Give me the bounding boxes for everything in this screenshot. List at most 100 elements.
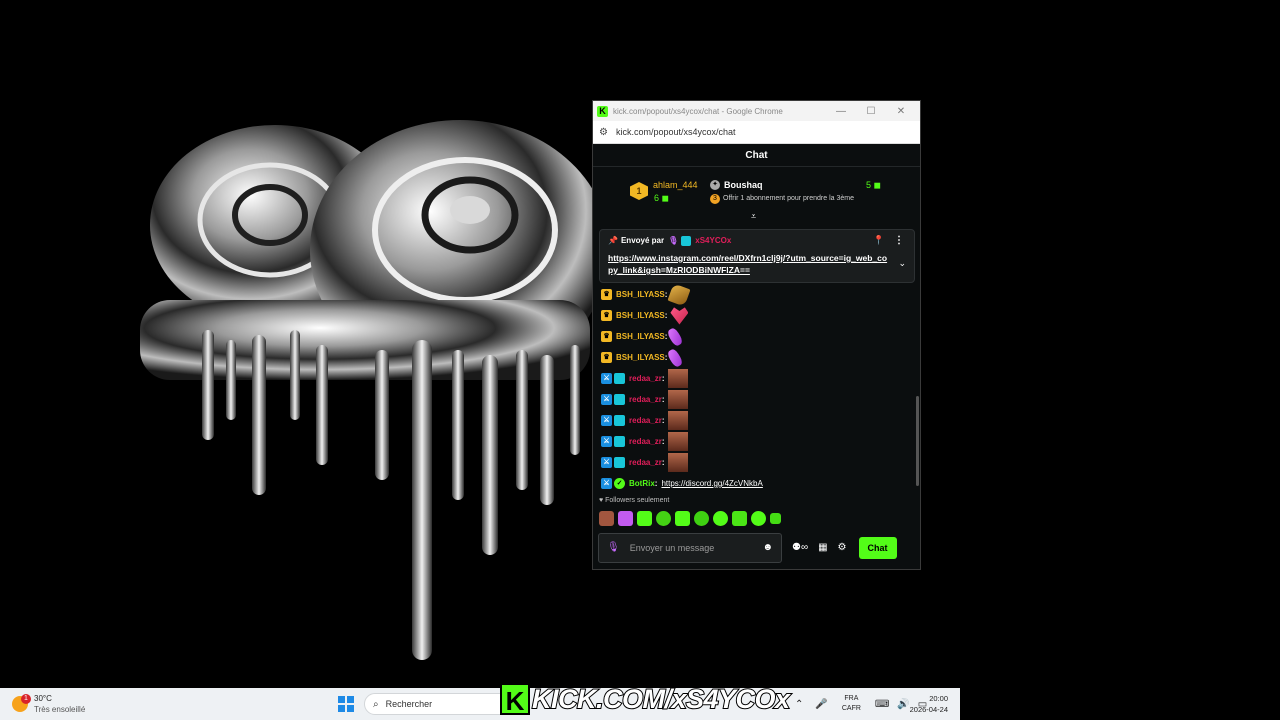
network-icon[interactable]: ⌨ bbox=[875, 699, 889, 710]
message-username[interactable]: redaa_zr bbox=[629, 437, 662, 446]
collapse-chevron-icon[interactable]: ⩡ bbox=[751, 211, 756, 222]
moderator-badge-icon: ⚔ bbox=[601, 436, 612, 447]
mic-badge-icon: 🎙 bbox=[668, 236, 679, 245]
chat-header: Chat bbox=[593, 144, 920, 167]
message-username[interactable]: redaa_zr bbox=[629, 395, 662, 404]
send-chat-button[interactable]: Chat bbox=[858, 536, 897, 559]
taskbar-search[interactable]: ⌕ bbox=[364, 693, 514, 715]
emote-clap-icon[interactable] bbox=[667, 282, 691, 307]
message-username[interactable]: BSH_ILYASS bbox=[616, 332, 665, 341]
sub-badge-icon bbox=[681, 235, 692, 246]
emote-mic-button[interactable] bbox=[618, 511, 633, 526]
emote-kick-button[interactable] bbox=[637, 511, 652, 526]
sub-badge-icon bbox=[614, 436, 625, 447]
url-text[interactable]: kick.com/popout/xs4ycox/chat bbox=[616, 127, 736, 137]
windows-start-icon[interactable] bbox=[338, 696, 354, 712]
pinned-by-label: Envoyé par bbox=[620, 236, 665, 245]
chat-message: ⚔ redaa_zr: bbox=[601, 368, 901, 389]
close-icon[interactable]: ✕ bbox=[886, 106, 916, 117]
chat-input-row: 🎙 ☻ ⚉∞ ▦ ⚙ Chat bbox=[598, 532, 918, 563]
heart-icon: ♥ bbox=[599, 497, 604, 504]
store-icon[interactable]: ▦ bbox=[818, 542, 827, 553]
emote-mic-icon[interactable] bbox=[666, 347, 685, 368]
chrome-popout-window: K kick.com/popout/xs4ycox/chat - Google … bbox=[592, 100, 921, 570]
message-username[interactable]: redaa_zr bbox=[629, 416, 662, 425]
more-options-icon[interactable]: ⋮ bbox=[892, 235, 906, 246]
crown-badge-icon: ♛ bbox=[601, 352, 612, 363]
weather-alert-badge: 1 bbox=[21, 694, 31, 704]
weather-desc: Très ensoleillé bbox=[34, 705, 86, 714]
message-separator: : bbox=[661, 416, 665, 425]
pinned-link[interactable]: https://www.instagram.com/reel/DXfrn1clj… bbox=[608, 252, 888, 276]
sub-badge-icon bbox=[614, 457, 625, 468]
taskbar: 1 30°C Très ensoleillé ⌕ ⌃ 🎤 FRACAFR ⌨ 🔊… bbox=[0, 688, 960, 720]
message-separator: : bbox=[664, 311, 668, 320]
shield-icon: ✦ bbox=[710, 180, 720, 190]
address-bar[interactable]: ⚙ kick.com/popout/xs4ycox/chat bbox=[593, 121, 920, 144]
maximize-icon[interactable]: ☐ bbox=[856, 106, 886, 117]
message-input-box[interactable]: 🎙 ☻ bbox=[598, 532, 782, 563]
emote-face-icon[interactable] bbox=[667, 411, 688, 430]
emote-mic-icon[interactable] bbox=[666, 326, 685, 347]
emoji-picker-icon[interactable]: ☻ bbox=[762, 542, 773, 553]
input-language[interactable]: FRA CAFR bbox=[842, 694, 861, 714]
show-hidden-icons-chevron[interactable]: ⌃ bbox=[795, 699, 803, 710]
emote-kick-button[interactable] bbox=[656, 511, 671, 526]
emote-kick-button[interactable] bbox=[732, 511, 747, 526]
banner-text: KICK.COM/xS4YCOx bbox=[531, 683, 791, 715]
emote-face-button[interactable] bbox=[599, 511, 614, 526]
chat-message-bot: ⚔ ✓ BotRix: https://discord.gg/4ZcVNkbA bbox=[601, 473, 901, 494]
message-username[interactable]: redaa_zr bbox=[629, 458, 662, 467]
clock-time: 20:00 bbox=[929, 694, 948, 703]
message-username[interactable]: BSH_ILYASS bbox=[616, 353, 665, 362]
taskbar-clock[interactable]: 20:00 2026-04-24 bbox=[902, 693, 948, 715]
site-settings-icon[interactable]: ⚙ bbox=[599, 127, 608, 138]
followers-only-notice: ♥ Followers seulement bbox=[599, 497, 670, 504]
leaderboard-second-user[interactable]: Boushaq bbox=[724, 180, 763, 190]
chat-message: ♛ BSH_ILYASS: bbox=[601, 305, 901, 326]
message-username[interactable]: redaa_zr bbox=[629, 374, 662, 383]
leaderboard-second-count: 5 ◼ bbox=[866, 180, 881, 190]
emote-face-icon[interactable] bbox=[667, 432, 688, 451]
unpin-icon[interactable]: 📍 bbox=[866, 235, 892, 246]
message-username[interactable]: BSH_ILYASS bbox=[616, 311, 665, 320]
message-username[interactable]: BotRix bbox=[629, 479, 655, 488]
minimize-icon[interactable]: — bbox=[826, 106, 856, 117]
emote-heart-icon[interactable] bbox=[670, 307, 689, 325]
emote-kick-button[interactable] bbox=[694, 511, 709, 526]
gift-leaderboard: 1 ahlam_444 6 ◼ ✦ Boushaq 5 ◼ 3 Offrir 1… bbox=[593, 167, 920, 221]
emote-kick-button[interactable] bbox=[675, 511, 690, 526]
pin-icon: 📌 bbox=[608, 236, 618, 245]
emote-kick-button[interactable] bbox=[713, 511, 728, 526]
emote-kick-button[interactable] bbox=[751, 511, 766, 526]
leaderboard-top-user[interactable]: ahlam_444 bbox=[653, 180, 698, 190]
crown-badge-icon: ♛ bbox=[601, 310, 612, 321]
settings-icon[interactable]: ⚙ bbox=[838, 542, 847, 553]
mic-icon[interactable]: 🎙 bbox=[607, 542, 620, 553]
microphone-icon[interactable]: 🎤 bbox=[815, 699, 827, 710]
gift-offer-text[interactable]: Offrir 1 abonnement pour prendre la 3ème bbox=[723, 195, 854, 202]
emote-kick-button[interactable] bbox=[770, 513, 781, 524]
pinned-sender[interactable]: xS4YCOx bbox=[695, 236, 731, 245]
message-input[interactable] bbox=[629, 542, 763, 553]
emote-face-icon[interactable] bbox=[667, 453, 688, 472]
taskbar-search-input[interactable] bbox=[385, 699, 486, 709]
search-icon: ⌕ bbox=[373, 698, 379, 710]
discord-link[interactable]: https://discord.gg/4ZcVNkbA bbox=[661, 479, 762, 488]
message-separator: : bbox=[661, 437, 665, 446]
weather-widget[interactable]: 1 30°C Très ensoleillé bbox=[12, 693, 85, 715]
sub-badge-icon bbox=[614, 394, 625, 405]
emote-face-icon[interactable] bbox=[667, 369, 688, 388]
window-titlebar[interactable]: K kick.com/popout/xs4ycox/chat - Google … bbox=[593, 101, 920, 121]
sun-icon: 1 bbox=[12, 694, 31, 712]
weather-temp: 30°C bbox=[34, 694, 52, 703]
message-username[interactable]: BSH_ILYASS bbox=[616, 290, 665, 299]
kick-channel-banner: K KICK.COM/xS4YCOx bbox=[500, 682, 791, 716]
chat-scrollbar[interactable] bbox=[916, 396, 919, 486]
expand-chevron-icon[interactable]: ⌄ bbox=[898, 258, 906, 269]
chat-message: ⚔ redaa_zr: bbox=[601, 431, 901, 452]
emote-face-icon[interactable] bbox=[667, 390, 688, 409]
chat-message: ♛ BSH_ILYASS: bbox=[601, 326, 901, 347]
leaderboard-top-count: 6 ◼ bbox=[654, 193, 669, 203]
points-icon[interactable]: ⚉∞ bbox=[792, 542, 808, 553]
